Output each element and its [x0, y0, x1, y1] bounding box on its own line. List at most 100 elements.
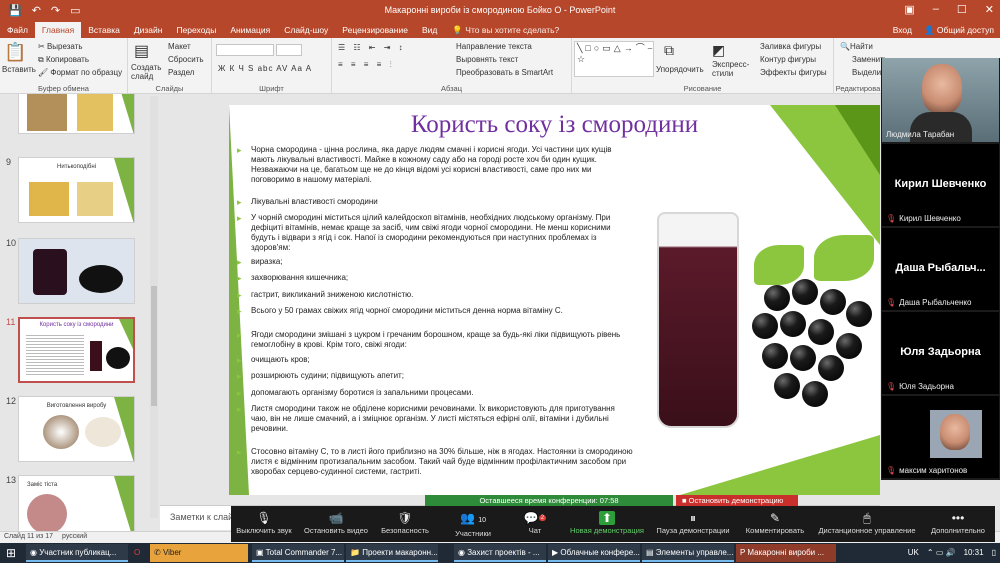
tray-icons[interactable]: ⌃ ▭ 🔊: [927, 544, 956, 562]
font-format-buttons[interactable]: Ж К Ч S abc AV Aa A: [218, 64, 312, 73]
font-size-field[interactable]: [276, 44, 302, 56]
thumbnail-10[interactable]: [18, 238, 135, 304]
scrollbar-thumb[interactable]: [151, 286, 157, 406]
stop-video-button[interactable]: 📹 Остановить видео: [299, 506, 373, 542]
thumbnail-11-selected[interactable]: Користь соку із смородини: [18, 317, 135, 383]
align-buttons-icon[interactable]: ≡ ≡ ≡ ≡ ⫶: [338, 60, 395, 70]
signin-link[interactable]: Вход: [893, 25, 912, 36]
current-slide[interactable]: Користь соку із смородини Чорна смородин…: [229, 105, 880, 495]
participant-tile[interactable]: Юля Задьорна 🎙 Юля Задьорна: [882, 312, 999, 394]
tab-animations[interactable]: Анимация: [223, 22, 277, 38]
taskbar-item-projects[interactable]: ◉ Захист проектів - ...: [454, 544, 546, 562]
participants-button[interactable]: 👥 10 Участники: [445, 506, 501, 542]
slide-bullet[interactable]: гастрит, викликаний зниженою кислотністю…: [237, 290, 633, 300]
taskbar-item-folder[interactable]: 📁 Проекти макаронн...: [346, 544, 438, 562]
taskbar-item-total-commander[interactable]: ▣ Total Commander 7...: [252, 544, 344, 562]
shape-outline-button[interactable]: Контур фигуры: [760, 55, 816, 64]
slide-bullet[interactable]: Стосовно вітаміну С, то в листі його при…: [237, 447, 633, 477]
find-button[interactable]: 🔍Найти: [840, 42, 873, 51]
tray-lang[interactable]: UK: [908, 544, 919, 562]
slide-bullet[interactable]: захворювання кишечника;: [237, 273, 633, 283]
reset-button[interactable]: Сбросить: [168, 55, 204, 64]
total-commander-icon: ▣: [256, 548, 266, 557]
slide-bullet[interactable]: очищають кров;: [237, 355, 633, 365]
taskbar-item-viber[interactable]: ✆ Viber: [150, 544, 248, 562]
participant-tile[interactable]: 🎙 максим харитонов: [882, 396, 999, 478]
tab-slideshow[interactable]: Слайд-шоу: [277, 22, 335, 38]
font-name-field[interactable]: [216, 44, 274, 56]
thumbnail-8[interactable]: [18, 94, 135, 134]
tab-home[interactable]: Главная: [34, 22, 82, 38]
new-share-button[interactable]: ⬆ Новая демонстрация: [565, 506, 649, 542]
security-button[interactable]: 🛡 Безопасность: [377, 506, 433, 542]
thumbnails-scrollbar[interactable]: [150, 96, 158, 518]
tab-file[interactable]: Файл: [0, 22, 35, 38]
juice-glass-image: [657, 212, 739, 428]
tab-design[interactable]: Дизайн: [127, 22, 170, 38]
thumbnail-9[interactable]: Нитькоподібні: [18, 157, 135, 223]
shape-fill-button[interactable]: Заливка фигуры: [760, 42, 821, 51]
quick-styles-button[interactable]: Экспресс-стили: [712, 60, 752, 78]
slide-title[interactable]: Користь соку із смородини: [229, 111, 880, 139]
taskbar-label: Проекти макаронн...: [362, 548, 438, 557]
tray-clock[interactable]: 10:31: [964, 544, 984, 562]
shape-effects-button[interactable]: Эффекты фигуры: [760, 68, 827, 77]
taskbar-item-powerpoint[interactable]: P Макаронні вироби ...: [736, 544, 836, 562]
text-direction-button[interactable]: Направление текста: [456, 42, 532, 51]
pause-share-button[interactable]: ⏸ Пауза демонстрации: [653, 506, 733, 542]
list-buttons-icon[interactable]: ☰ ☷ ⇤ ⇥ ↕: [338, 43, 406, 52]
notification-icon[interactable]: ▯: [992, 544, 996, 562]
slide-bullet[interactable]: Листя смородини також не обділене корисн…: [237, 404, 633, 434]
quick-styles-icon[interactable]: ◩: [712, 42, 725, 59]
slide-bullet[interactable]: розширюють судини; підвищують апетит;: [237, 371, 633, 381]
participants-glyph: 👥: [459, 511, 475, 525]
participant-tile[interactable]: Кирил Шевченко 🎙 Кирил Шевченко: [882, 144, 999, 226]
chat-button[interactable]: 💬 2 Чат: [515, 506, 555, 542]
tab-review[interactable]: Рецензирование: [335, 22, 415, 38]
slide-bullet[interactable]: Ягоди смородини змішані з цукром і греча…: [237, 330, 633, 350]
taskbar-item-controls[interactable]: ▤ Элементы управле...: [642, 544, 734, 562]
paste-icon[interactable]: 📋: [4, 42, 26, 63]
opera-icon[interactable]: O: [130, 544, 148, 562]
taskbar-item-chrome[interactable]: ◉ Участник публикац...: [26, 544, 128, 562]
annotate-button[interactable]: ✎ Комментировать: [737, 506, 813, 542]
slide-bullet[interactable]: У чорній смородині міститься цілий калей…: [237, 213, 633, 253]
maximize-icon[interactable]: ☐: [957, 3, 967, 16]
slide-bullet[interactable]: Всього у 50 грамах свіжих ягід чорної см…: [237, 306, 633, 316]
tab-insert[interactable]: Вставка: [81, 22, 127, 38]
taskbar-item-zoom[interactable]: ▶ Облачные конфере...: [548, 544, 640, 562]
slide-bullet[interactable]: Лікувальні властивості смородини: [237, 197, 633, 207]
thumbnail-12[interactable]: Виготовлення виробу: [18, 396, 135, 462]
more-button[interactable]: ••• Дополнительно: [925, 506, 991, 542]
copy-button[interactable]: ⧉ Копировать: [38, 55, 89, 65]
participant-tile-active[interactable]: Людмила Тарабан: [882, 58, 999, 142]
cut-button[interactable]: ✂ Вырезать: [38, 42, 83, 51]
section-button[interactable]: Раздел: [168, 68, 194, 77]
slide-bullet[interactable]: допомагають організму боротися із запаль…: [237, 388, 633, 398]
new-slide-button[interactable]: Создать слайд: [131, 63, 163, 81]
shapes-gallery[interactable]: ╲□○▭△→⌒⎯{}☆: [574, 41, 654, 77]
layout-button[interactable]: Макет: [168, 42, 191, 51]
arrange-button[interactable]: Упорядочить: [656, 65, 704, 74]
close-icon[interactable]: ✕: [985, 3, 994, 16]
new-slide-icon[interactable]: ▤: [134, 41, 149, 61]
tell-me-box[interactable]: 💡 Что вы хотите сделать?: [452, 22, 559, 38]
participant-tile[interactable]: Даша Рыбальч... 🎙 Даша Рыбальченко: [882, 228, 999, 310]
smartart-button[interactable]: Преобразовать в SmartArt: [456, 68, 553, 77]
tab-transitions[interactable]: Переходы: [169, 22, 223, 38]
paste-button[interactable]: Вставить: [2, 65, 36, 74]
slide-bullet[interactable]: Чорна смородина - цінна рослина, яка дар…: [237, 145, 633, 185]
remote-control-button[interactable]: 🖱 Дистанционное управление: [815, 506, 919, 542]
mute-button[interactable]: 🎙 Выключить звук: [231, 506, 297, 542]
minimize-icon[interactable]: –: [933, 3, 939, 16]
slide-bullet[interactable]: виразка;: [237, 257, 633, 267]
start-icon[interactable]: ⊞: [2, 544, 22, 562]
language-indicator[interactable]: русский: [62, 533, 87, 540]
share-button[interactable]: 👤 Общий доступ: [924, 25, 994, 36]
thumbnail-13[interactable]: Заміс тіста: [18, 475, 135, 531]
ribbon-display-icon[interactable]: ▣: [904, 3, 914, 16]
format-painter-button[interactable]: 🖌 Формат по образцу: [38, 68, 122, 77]
tab-view[interactable]: Вид: [415, 22, 444, 38]
align-text-button[interactable]: Выровнять текст: [456, 55, 518, 64]
arrange-icon[interactable]: ⧉: [664, 42, 674, 59]
